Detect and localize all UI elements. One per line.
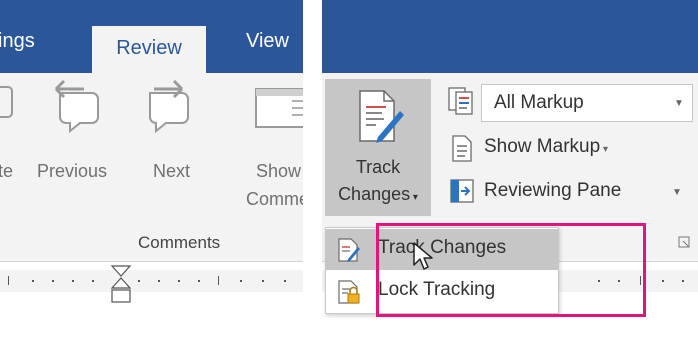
display-for-review-dropdown[interactable]: All Markup ▼ xyxy=(481,84,693,122)
track-changes-label-line2: Changes ▾ xyxy=(338,184,418,204)
delete-comment-icon[interactable] xyxy=(0,83,20,131)
mouse-pointer-icon xyxy=(413,242,433,270)
menu-item-track-changes-label: Track Changes xyxy=(378,237,507,258)
track-changes-icon xyxy=(359,90,404,143)
track-changes-menu: Track Changes Lock Tracking xyxy=(325,227,559,314)
track-changes-icon xyxy=(338,238,360,262)
track-changes-button[interactable]: Track Changes ▾ xyxy=(325,79,431,216)
previous-comment-icon[interactable] xyxy=(50,79,106,135)
reviewing-pane-chevron-icon[interactable]: ▼ xyxy=(672,187,682,198)
comments-group-label: Comments xyxy=(138,233,221,252)
menu-item-track-changes[interactable]: Track Changes xyxy=(326,229,558,270)
show-comments-label-line2: Comme xyxy=(246,189,303,209)
reviewing-pane-icon xyxy=(450,179,474,203)
show-markup-icon xyxy=(452,135,472,162)
show-comments-icon[interactable] xyxy=(254,87,303,131)
chevron-down-icon: ▼ xyxy=(674,98,684,109)
tab-settings-partial[interactable]: ings xyxy=(0,30,35,53)
next-comment-label: Next xyxy=(153,161,191,181)
tab-review[interactable]: Review xyxy=(92,26,206,73)
lock-tracking-icon xyxy=(338,280,360,304)
horizontal-ruler xyxy=(0,261,303,340)
track-changes-label-line1: Track xyxy=(355,157,401,177)
reviewing-pane-button[interactable]: Reviewing Pane xyxy=(484,180,621,202)
display-for-review-value: All Markup xyxy=(494,92,584,113)
tab-view[interactable]: View xyxy=(246,30,289,53)
previous-comment-label: Previous xyxy=(37,161,108,181)
display-for-review-icon xyxy=(448,87,473,115)
menu-item-lock-tracking-label: Lock Tracking xyxy=(378,279,496,300)
indent-marker-icon[interactable] xyxy=(110,264,132,316)
delete-comment-label: te xyxy=(0,161,14,181)
divider-gap xyxy=(303,0,322,340)
show-comments-label-line1: Show xyxy=(256,161,302,181)
next-comment-icon[interactable] xyxy=(142,79,202,135)
show-markup-button[interactable]: Show Markup ▾ xyxy=(484,136,608,158)
menu-item-lock-tracking[interactable]: Lock Tracking xyxy=(326,271,558,312)
dialog-launcher-icon[interactable] xyxy=(678,236,692,250)
left-ribbon-crop: ings View Review te Previous Next Show C… xyxy=(0,0,303,340)
right-ribbon-crop: Track Changes ▾ All Markup ▼ Show Markup… xyxy=(322,0,698,340)
ruler-strip xyxy=(0,270,303,292)
ribbon-tab-bar-right xyxy=(322,0,698,73)
